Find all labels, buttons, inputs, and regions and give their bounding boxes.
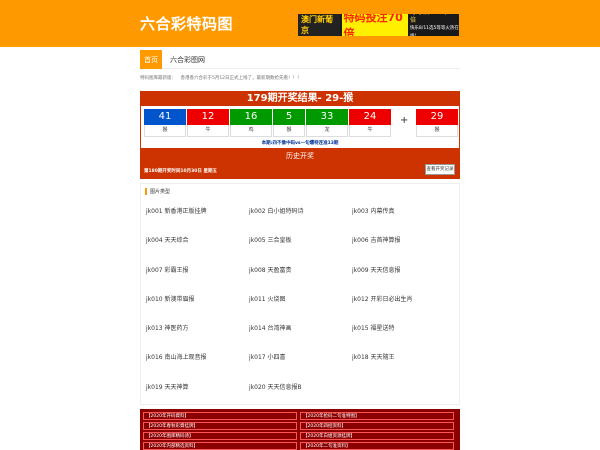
image-link[interactable]	[352, 382, 455, 411]
ball-number: 41	[144, 109, 186, 125]
notice-label: 特码图库最新版:	[140, 76, 174, 81]
ad-banner-line-1: 时时彩/PK10/9.9倍	[409, 14, 457, 24]
plus-sign: +	[400, 115, 409, 126]
image-link[interactable]: jk003 内幕传真	[352, 206, 455, 235]
ball-number: 12	[187, 109, 229, 125]
image-link[interactable]: jk002 白小姐特码诗	[249, 206, 352, 235]
image-link[interactable]: jk014 台湾神画	[249, 323, 352, 352]
ball-number: 5	[273, 109, 305, 125]
main-nav: 首页 六合彩图网	[140, 47, 460, 69]
resource-links-grid: 【2020年开码資料】 【2020年抢码二句准特图】 【2020年春秋彩資挂牌】…	[143, 412, 457, 450]
ad-banner-brand: 澳门新葡京	[298, 14, 340, 36]
resource-link[interactable]: 【2020年内部精选资料】	[143, 442, 297, 450]
image-link-grid: jk001 新香港正版挂牌 jk002 白小姐特码诗 jk003 内幕传真 jk…	[146, 206, 456, 411]
ball-number: 33	[306, 109, 348, 125]
ball-2: 12 牛	[187, 109, 229, 137]
image-link[interactable]: jk012 开彩日必出生肖	[352, 294, 455, 323]
resource-link[interactable]: 【2020年抢码二句准特图】	[300, 412, 454, 420]
notice-text[interactable]: 香港香六合彩于5月12日正式上线了，最新期数抢先看！！！	[180, 76, 301, 81]
image-link[interactable]: jk019 天天神算	[146, 382, 249, 411]
image-link-row: jk007 彩霸王报 jk008 天盈富贵 jk009 天天信息报	[146, 265, 456, 294]
ball-zodiac: 猴	[416, 125, 458, 137]
ball-5: 33 龙	[306, 109, 348, 137]
image-link-row: jk013 神医药方 jk014 台湾神画 jk015 福星送特	[146, 323, 456, 352]
image-link[interactable]: jk008 天盈富贵	[249, 265, 352, 294]
image-link[interactable]: jk009 天天信息报	[352, 265, 455, 294]
resource-link[interactable]: 【2020年白姐资源挂牌】	[300, 432, 454, 440]
history-title: 历史开奖	[286, 152, 314, 160]
resource-link[interactable]: 【2020年图库精码诗】	[143, 432, 297, 440]
ball-number: 16	[230, 109, 272, 125]
image-link[interactable]: jk010 新澳带眉报	[146, 294, 249, 323]
image-link[interactable]: jk020 天天信息报B	[249, 382, 352, 411]
image-link[interactable]: jk015 福星送特	[352, 323, 455, 352]
image-link[interactable]: jk011 火烧图	[249, 294, 352, 323]
ball-3: 16 鸡	[230, 109, 272, 137]
image-categories-heading: 图片类型	[145, 188, 170, 195]
image-link[interactable]: jk017 小四喜	[249, 352, 352, 381]
ball-zodiac: 猴	[273, 125, 305, 137]
ball-zodiac: 牛	[349, 125, 391, 137]
resource-link[interactable]: 【2020年开码資料】	[143, 412, 297, 420]
history-bar: 历史开奖 第180期开奖时间10月30日 星期五 查看开奖记录	[141, 148, 459, 178]
nav-item-lottery-images[interactable]: 六合彩图网	[170, 50, 205, 69]
image-link-row: jk001 新香港正版挂牌 jk002 白小姐特码诗 jk003 内幕传真	[146, 206, 456, 235]
image-link-row: jk010 新澳带眉报 jk011 火烧图 jk012 开彩日必出生肖	[146, 294, 456, 323]
image-link-row: jk019 天天神算 jk020 天天信息报B	[146, 382, 456, 411]
ball-zodiac: 牛	[187, 125, 229, 137]
resource-link[interactable]: 【2020年二句准资料】	[300, 442, 454, 450]
draw-note: 本期:四不像中码vs一句爆特连准13期	[261, 141, 339, 146]
image-link[interactable]: jk016 南山海上观音报	[146, 352, 249, 381]
ball-zodiac: 猴	[144, 125, 186, 137]
image-link[interactable]: jk001 新香港正版挂牌	[146, 206, 249, 235]
heading-accent-bar	[145, 188, 147, 195]
ball-zodiac: 鸡	[230, 125, 272, 137]
notice-bar: 特码图库最新版: 香港香六合彩于5月12日正式上线了，最新期数抢先看！！！	[140, 75, 460, 81]
image-categories-panel: 图片类型 jk001 新香港正版挂牌 jk002 白小姐特码诗 jk003 内幕…	[140, 183, 460, 405]
view-history-button[interactable]: 查看开奖记录	[425, 164, 455, 175]
image-link-row: jk004 天天综合 jk005 三合皇板 jk006 吉首神算报	[146, 235, 456, 264]
draw-result-panel: 179期开奖结果- 29-猴 41 猴 12 牛 16 鸡 5 猴 33 龙 2…	[140, 91, 460, 179]
image-link[interactable]: jk007 彩霸王报	[146, 265, 249, 294]
draw-balls: 41 猴 12 牛 16 鸡 5 猴 33 龙 24 牛 + 29 猴	[144, 109, 458, 137]
image-link[interactable]: jk018 天天隨王	[352, 352, 455, 381]
nav-item-home[interactable]: 首页	[140, 50, 162, 69]
ball-zodiac: 龙	[306, 125, 348, 137]
image-link[interactable]: jk013 神医药方	[146, 323, 249, 352]
resource-links-panel: 【2020年开码資料】 【2020年抢码二句准特图】 【2020年春秋彩資挂牌】…	[140, 409, 460, 450]
resource-link[interactable]: 【2020年春秋彩資挂牌】	[143, 422, 297, 430]
ball-number: 24	[349, 109, 391, 125]
image-link[interactable]: jk004 天天综合	[146, 235, 249, 264]
image-categories-title: 图片类型	[150, 189, 171, 195]
resource-link[interactable]: 【2020年四招资料】	[300, 422, 454, 430]
ball-number: 29	[416, 109, 458, 125]
ball-6: 24 牛	[349, 109, 391, 137]
draw-result-title: 179期开奖结果- 29-猴	[141, 92, 459, 106]
ad-banner-line-2: 快乐8/11选5等等火热在线!	[409, 26, 459, 36]
ball-4: 5 猴	[273, 109, 305, 137]
image-link[interactable]: jk006 吉首神算报	[352, 235, 455, 264]
ad-banner[interactable]: 澳门新葡京 特码投注70倍 时时彩/PK10/9.9倍 快乐8/11选5等等火热…	[298, 14, 459, 36]
special-ball: 29 猴	[416, 109, 458, 137]
ad-banner-text: 时时彩/PK10/9.9倍 快乐8/11选5等等火热在线!	[410, 14, 459, 36]
image-link-row: jk016 南山海上观音报 jk017 小四喜 jk018 天天隨王	[146, 352, 456, 381]
image-link[interactable]: jk005 三合皇板	[249, 235, 352, 264]
header-bar: 六合彩特码图 澳门新葡京 特码投注70倍 时时彩/PK10/9.9倍 快乐8/1…	[0, 0, 600, 47]
ball-1: 41 猴	[144, 109, 186, 137]
ad-banner-highlight: 特码投注70倍	[341, 14, 408, 36]
site-logo[interactable]: 六合彩特码图	[140, 13, 233, 34]
next-draw-time: 第180期开奖时间10月30日 星期五	[144, 169, 217, 174]
